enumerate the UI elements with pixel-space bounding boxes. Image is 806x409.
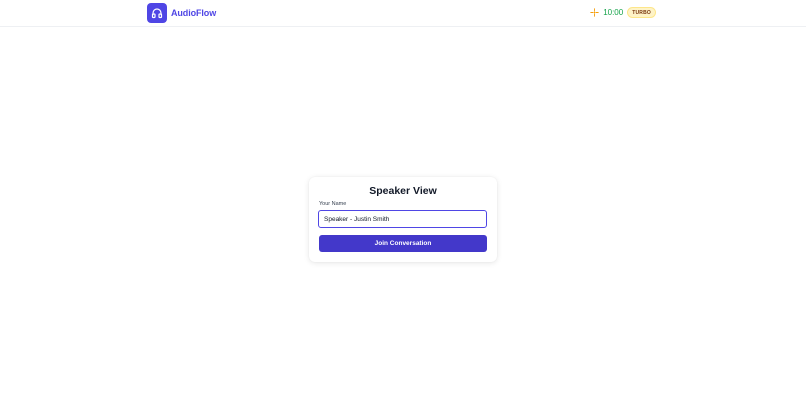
brand-logo	[147, 3, 167, 23]
session-status: 10:00 TURBO	[590, 7, 656, 18]
sparkle-icon	[590, 8, 599, 17]
card-title: Speaker View	[369, 185, 437, 197]
name-label: Your Name	[319, 201, 347, 207]
brand-name: AudioFlow	[171, 8, 217, 18]
top-header: AudioFlow 10:00 TURBO	[0, 0, 806, 27]
name-input[interactable]	[318, 210, 487, 228]
mode-badge: TURBO	[627, 7, 656, 18]
headphones-icon	[151, 8, 163, 19]
session-timer: 10:00	[603, 8, 624, 17]
speaker-join-card: Speaker View Your Name Join Conversation	[309, 177, 497, 262]
join-conversation-button[interactable]: Join Conversation	[319, 235, 487, 252]
brand[interactable]: AudioFlow	[147, 3, 216, 23]
